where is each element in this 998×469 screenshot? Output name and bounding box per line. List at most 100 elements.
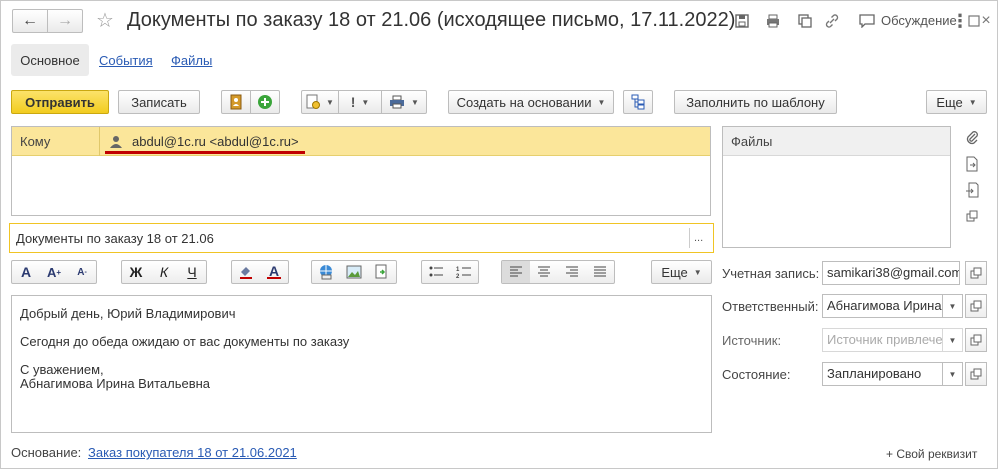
contacts-button[interactable] <box>221 90 251 114</box>
account-open-button[interactable] <box>965 261 987 285</box>
recipients-box[interactable]: Кому abdul@1c.ru <abdul@1c.ru> <box>11 126 711 216</box>
column-divider <box>99 127 100 156</box>
star-icon[interactable]: ☆ <box>94 9 116 32</box>
tab-main[interactable]: Основное <box>11 44 89 76</box>
globe-link-icon <box>320 265 332 280</box>
format-more-label: Еще <box>661 264 688 280</box>
structure-button[interactable] <box>623 90 653 114</box>
message-body[interactable]: Добрый день, Юрий Владимирович Сегодня д… <box>11 295 712 433</box>
state-open-button[interactable] <box>965 362 987 386</box>
insert-link-button[interactable] <box>312 261 340 283</box>
subject-ellipsis-button[interactable]: ... <box>694 232 703 244</box>
responsible-field[interactable]: Абнагимова Ирина <box>822 294 943 318</box>
bullet-list-icon <box>429 266 443 277</box>
align-right-icon <box>566 266 578 277</box>
forward-button[interactable]: → <box>47 9 83 33</box>
attach-template-button[interactable]: ▼ <box>301 90 339 114</box>
chevron-down-icon: ▼ <box>411 97 419 107</box>
body-line-main: Сегодня до обеда ожидаю от вас документы… <box>20 334 350 349</box>
basis-link[interactable]: Заказ покупателя 18 от 21.06.2021 <box>88 445 297 460</box>
state-label: Состояние: <box>722 367 791 382</box>
recipients-row[interactable]: Кому abdul@1c.ru <abdul@1c.ru> <box>12 127 710 156</box>
align-center-button[interactable] <box>530 261 558 283</box>
subject-value: Документы по заказу 18 от 21.06 <box>16 231 214 246</box>
state-dropdown-button[interactable]: ▼ <box>943 362 963 386</box>
window-copy-icon[interactable] <box>961 205 983 227</box>
align-left-icon <box>510 266 522 277</box>
source-label: Источник: <box>722 333 782 348</box>
chevron-down-icon: ▼ <box>948 335 957 345</box>
body-line-regards: С уважением, <box>20 362 104 377</box>
files-header: Файлы <box>723 127 950 156</box>
importance-button[interactable]: ! ▼ <box>338 90 382 114</box>
insert-image-button[interactable] <box>340 261 368 283</box>
align-right-button[interactable] <box>558 261 586 283</box>
align-justify-button[interactable] <box>586 261 614 283</box>
link-icon[interactable] <box>821 10 843 32</box>
subject-divider <box>689 228 690 248</box>
italic-button[interactable]: К <box>150 261 178 283</box>
window-copy-icon <box>970 368 982 380</box>
tab-events[interactable]: События <box>99 53 153 68</box>
back-button[interactable]: ← <box>12 9 48 33</box>
create-based-button[interactable]: Создать на основании ▼ <box>448 90 614 114</box>
copy-icon[interactable] <box>794 10 816 32</box>
font-size-normal-button[interactable]: A <box>12 261 40 283</box>
bullet-list-button[interactable] <box>422 261 450 283</box>
body-line-signature: Абнагимова Ирина Витальевна <box>20 376 211 391</box>
insert-group <box>311 260 397 284</box>
subject-field[interactable]: Документы по заказу 18 от 21.06 ... <box>9 223 714 253</box>
numbered-list-icon: 12 <box>456 267 471 279</box>
underline-button[interactable]: Ч <box>178 261 206 283</box>
printer-icon <box>390 95 405 109</box>
font-size-group: A A + A- <box>11 260 97 284</box>
source-field[interactable]: Источник привлечения <box>822 328 943 352</box>
fill-template-button[interactable]: Заполнить по шаблону <box>674 90 837 114</box>
state-field[interactable]: Запланировано <box>822 362 943 386</box>
chevron-down-icon: ▼ <box>948 369 957 379</box>
responsible-dropdown-button[interactable]: ▼ <box>943 294 963 318</box>
files-panel[interactable]: Файлы <box>722 126 951 248</box>
align-left-button[interactable] <box>502 261 530 283</box>
discussion-label: Обсуждение <box>881 13 957 28</box>
font-size-decrease-button[interactable]: A- <box>68 261 96 283</box>
tab-files[interactable]: Файлы <box>171 53 212 68</box>
close-icon[interactable]: × <box>975 10 997 32</box>
insert-object-button[interactable] <box>368 261 396 283</box>
list-group: 12 <box>421 260 479 284</box>
add-button[interactable] <box>250 90 280 114</box>
recipient-underline <box>105 151 305 154</box>
responsible-open-button[interactable] <box>965 294 987 318</box>
align-center-icon <box>538 266 550 277</box>
text-color-button[interactable]: A <box>260 261 288 283</box>
background-color-button[interactable] <box>232 261 260 283</box>
hierarchy-icon <box>631 94 645 110</box>
more-button[interactable]: Еще ▼ <box>926 90 987 114</box>
print-menu-button[interactable]: ▼ <box>381 90 427 114</box>
create-based-label: Создать на основании <box>456 94 592 110</box>
text-style-group: Ж К Ч <box>121 260 207 284</box>
image-icon <box>346 265 362 279</box>
save-icon[interactable] <box>731 10 753 32</box>
numbered-list-button[interactable]: 12 <box>450 261 478 283</box>
source-dropdown-button[interactable]: ▼ <box>943 328 963 352</box>
discussion-button[interactable]: Обсуждение <box>859 13 957 28</box>
file-export-icon[interactable] <box>961 153 983 175</box>
fill-template-label: Заполнить по шаблону <box>686 94 825 110</box>
source-open-button[interactable] <box>965 328 987 352</box>
bold-button[interactable]: Ж <box>122 261 150 283</box>
send-button[interactable]: Отправить <box>11 90 109 114</box>
svg-text:2: 2 <box>456 274 460 279</box>
window-copy-icon <box>970 300 982 312</box>
paperclip-icon[interactable] <box>961 127 983 149</box>
files-header-label: Файлы <box>731 134 773 149</box>
window-title: Документы по заказу 18 от 21.06 (исходящ… <box>127 9 736 31</box>
print-icon[interactable] <box>762 10 784 32</box>
custom-attribute-button[interactable]: + Свой реквизит <box>886 447 977 461</box>
recipient-email[interactable]: abdul@1c.ru <abdul@1c.ru> <box>132 134 299 149</box>
format-more-button[interactable]: Еще ▼ <box>651 260 712 284</box>
file-import-icon[interactable] <box>961 179 983 201</box>
account-field[interactable]: samikari38@gmail.com <box>822 261 960 285</box>
font-size-increase-button[interactable]: A + <box>40 261 68 283</box>
save-button[interactable]: Записать <box>118 90 200 114</box>
